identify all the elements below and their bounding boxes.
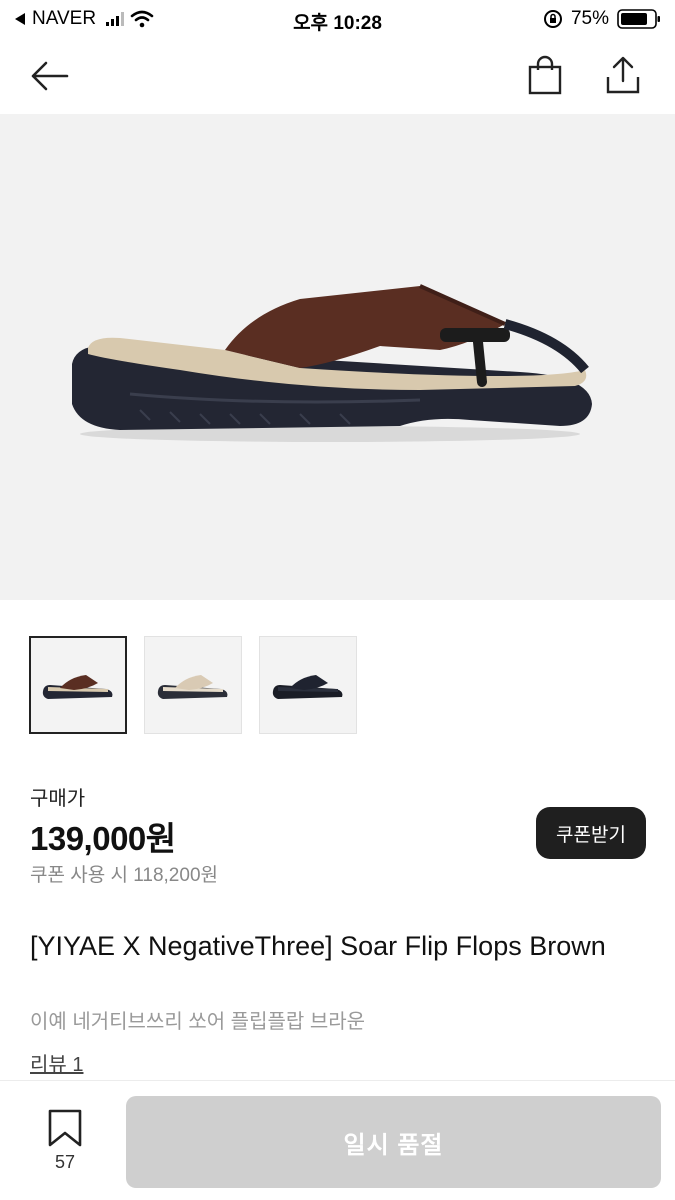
product-main-image[interactable] xyxy=(0,114,675,600)
coupon-price: 쿠폰 사용 시 118,200원 xyxy=(30,865,218,886)
thumbnail-1[interactable] xyxy=(29,636,127,734)
battery-icon xyxy=(617,9,660,29)
shopping-bag-icon xyxy=(528,55,562,95)
product-title: [YIYAE X NegativeThree] Soar Flip Flops … xyxy=(30,931,606,961)
battery-percent: 75% xyxy=(570,8,609,29)
thumbnail-flip-flop-navy xyxy=(272,675,343,699)
rotation-lock-icon xyxy=(543,10,562,28)
top-nav xyxy=(0,38,675,114)
status-bar: NAVER 오후 10:28 75% xyxy=(0,0,675,38)
flip-flop-illustration xyxy=(72,284,592,442)
get-coupon-button[interactable]: 쿠폰받기 xyxy=(536,807,646,859)
thumbnail-2[interactable] xyxy=(144,636,242,734)
bookmark-icon xyxy=(48,1109,82,1147)
product-subtitle: 이예 네거티브쓰리 쏘어 플립플랍 브라운 xyxy=(30,1011,366,1033)
bookmark-count: 57 xyxy=(54,1152,76,1172)
cart-button[interactable] xyxy=(522,52,568,98)
share-button[interactable] xyxy=(600,52,646,98)
price-label: 구매가 xyxy=(30,788,86,810)
back-button[interactable] xyxy=(24,54,74,98)
thumbnail-flip-flop-cream xyxy=(157,675,228,699)
temporarily-sold-out-button[interactable]: 일시 품절 xyxy=(126,1096,661,1188)
arrow-left-icon xyxy=(31,61,69,91)
thumbnail-3[interactable] xyxy=(259,636,357,734)
status-right: 75% xyxy=(543,8,661,30)
reviews-link[interactable]: 리뷰 1 xyxy=(30,1048,83,1077)
product-price: 139,000원 xyxy=(30,820,176,857)
share-icon xyxy=(606,56,640,94)
thumbnail-flip-flop-brown xyxy=(42,675,113,699)
